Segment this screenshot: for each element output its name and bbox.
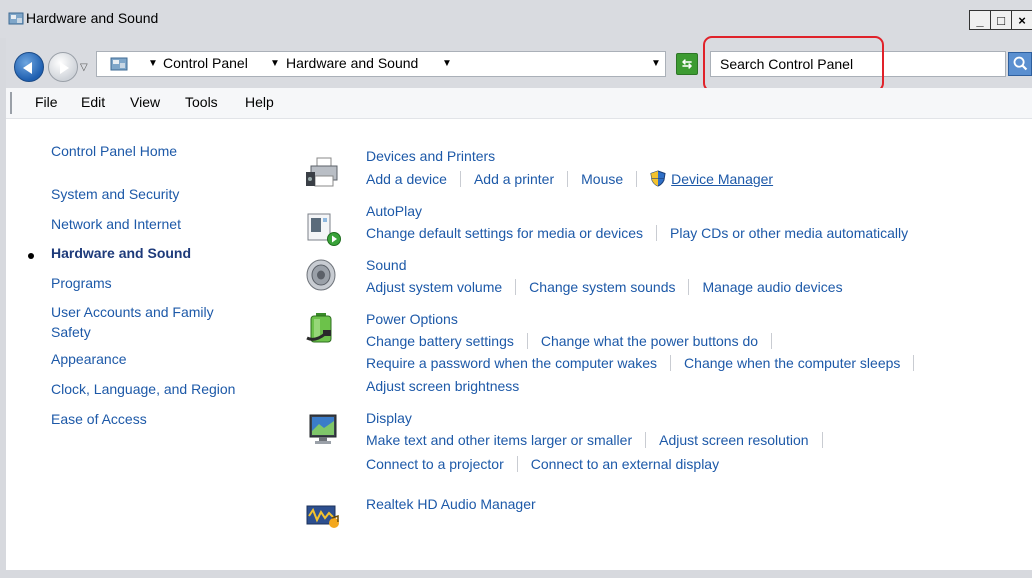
- divider: [526, 333, 528, 349]
- display-tasks-line-2: Connect to a projector Connect to an exte…: [366, 456, 719, 472]
- breadcrumb-hardware-and-sound[interactable]: Hardware and Sound: [286, 55, 418, 71]
- divider: [645, 432, 647, 448]
- divider: [636, 171, 638, 187]
- refresh-button[interactable]: ⇆: [676, 53, 698, 75]
- monitor-icon[interactable]: [305, 413, 341, 447]
- nav-clock-language-region[interactable]: Clock, Language, and Region: [51, 381, 235, 397]
- realtek-icon[interactable]: [305, 498, 341, 532]
- change-battery-settings-link[interactable]: Change battery settings: [366, 333, 514, 349]
- search-highlight-annotation: [703, 36, 884, 92]
- nav-appearance[interactable]: Appearance: [51, 351, 127, 367]
- nav-programs[interactable]: Programs: [51, 275, 112, 291]
- change-system-sounds-link[interactable]: Change system sounds: [529, 279, 675, 295]
- battery-icon[interactable]: [305, 312, 341, 346]
- chevron-down-icon[interactable]: ▼: [270, 58, 280, 69]
- divider: [515, 279, 517, 295]
- control-panel-icon: [110, 57, 128, 71]
- window-controls: _ □ ×: [969, 10, 1032, 30]
- adjust-system-volume-link[interactable]: Adjust system volume: [366, 279, 502, 295]
- autoplay-link[interactable]: AutoPlay: [366, 203, 422, 219]
- divider: [567, 171, 569, 187]
- nav-hardware-and-sound: Hardware and Sound: [51, 245, 192, 261]
- mouse-link[interactable]: Mouse: [581, 171, 623, 187]
- make-text-larger-link[interactable]: Make text and other items larger or smal…: [366, 432, 632, 448]
- connect-to-projector-link[interactable]: Connect to a projector: [366, 456, 504, 472]
- menu-file[interactable]: File: [35, 94, 58, 110]
- control-panel-home-link[interactable]: Control Panel Home: [51, 143, 177, 159]
- forward-button[interactable]: [48, 52, 78, 82]
- window-left-border: [0, 38, 6, 578]
- divider: [913, 355, 915, 371]
- search-icon[interactable]: [1008, 52, 1032, 76]
- device-manager-link[interactable]: Device Manager: [671, 171, 773, 187]
- nav-user-accounts-cont[interactable]: Safety: [51, 324, 91, 340]
- adjust-screen-resolution-link[interactable]: Adjust screen resolution: [659, 432, 808, 448]
- sound-link[interactable]: Sound: [366, 257, 406, 273]
- uac-shield-icon: [650, 170, 666, 187]
- devices-and-printers-link[interactable]: Devices and Printers: [366, 148, 495, 164]
- divider: [670, 355, 672, 371]
- devices-tasks: Add a device Add a printer Mouse Device Man…: [366, 170, 773, 187]
- nav-ease-of-access[interactable]: Ease of Access: [51, 411, 147, 427]
- back-button[interactable]: [14, 52, 44, 82]
- minimize-button[interactable]: _: [969, 10, 991, 30]
- menu-tools[interactable]: Tools: [185, 94, 218, 110]
- current-page-bullet: [28, 253, 34, 259]
- maximize-button[interactable]: □: [990, 10, 1012, 30]
- divider: [656, 225, 658, 241]
- add-a-printer-link[interactable]: Add a printer: [474, 171, 554, 187]
- change-default-media-settings-link[interactable]: Change default settings for media or dev…: [366, 225, 643, 241]
- autoplay-tasks: Change default settings for media or dev…: [366, 225, 908, 241]
- printer-icon[interactable]: [305, 156, 341, 190]
- divider: [821, 432, 823, 448]
- address-history-dropdown-icon[interactable]: ▼: [651, 58, 661, 69]
- nav-system-and-security[interactable]: System and Security: [51, 186, 179, 202]
- window-bottom-border: [0, 570, 1032, 578]
- recent-pages-dropdown-icon[interactable]: ▽: [80, 62, 88, 73]
- menu-grip: [10, 92, 12, 114]
- power-tasks-line-3: Adjust screen brightness: [366, 378, 519, 394]
- add-a-device-link[interactable]: Add a device: [366, 171, 447, 187]
- breadcrumb-control-panel[interactable]: Control Panel: [163, 55, 248, 71]
- manage-audio-devices-link[interactable]: Manage audio devices: [702, 279, 842, 295]
- window-title: Hardware and Sound: [26, 10, 159, 26]
- require-password-on-wake-link[interactable]: Require a password when the computer wak…: [366, 355, 657, 371]
- divider: [516, 456, 518, 472]
- connect-to-external-display-link[interactable]: Connect to an external display: [531, 456, 719, 472]
- autoplay-icon[interactable]: [305, 212, 341, 246]
- power-options-link[interactable]: Power Options: [366, 311, 458, 327]
- sound-tasks: Adjust system volume Change system sounds…: [366, 279, 843, 295]
- menu-help[interactable]: Help: [245, 94, 274, 110]
- menu-edit[interactable]: Edit: [81, 94, 105, 110]
- divider: [771, 333, 773, 349]
- realtek-hd-audio-manager-link[interactable]: Realtek HD Audio Manager: [366, 496, 536, 512]
- chevron-down-icon[interactable]: ▼: [442, 58, 452, 69]
- control-panel-icon: [8, 12, 24, 25]
- power-tasks-line-2: Require a password when the computer wak…: [366, 355, 927, 371]
- divider: [688, 279, 690, 295]
- change-power-buttons-link[interactable]: Change what the power buttons do: [541, 333, 758, 349]
- nav-user-accounts[interactable]: User Accounts and Family: [51, 304, 214, 320]
- chevron-down-icon[interactable]: ▼: [148, 58, 158, 69]
- display-link[interactable]: Display: [366, 410, 412, 426]
- play-cds-automatically-link[interactable]: Play CDs or other media automatically: [670, 225, 908, 241]
- display-tasks-line-1: Make text and other items larger or smal…: [366, 432, 836, 448]
- change-sleep-settings-link[interactable]: Change when the computer sleeps: [684, 355, 900, 371]
- power-tasks-line-1: Change battery settings Change what the p…: [366, 333, 785, 349]
- close-button[interactable]: ×: [1011, 10, 1032, 30]
- divider: [459, 171, 461, 187]
- menu-view[interactable]: View: [130, 94, 160, 110]
- nav-network-and-internet[interactable]: Network and Internet: [51, 216, 181, 232]
- speaker-icon[interactable]: [305, 258, 341, 292]
- adjust-screen-brightness-link[interactable]: Adjust screen brightness: [366, 378, 519, 394]
